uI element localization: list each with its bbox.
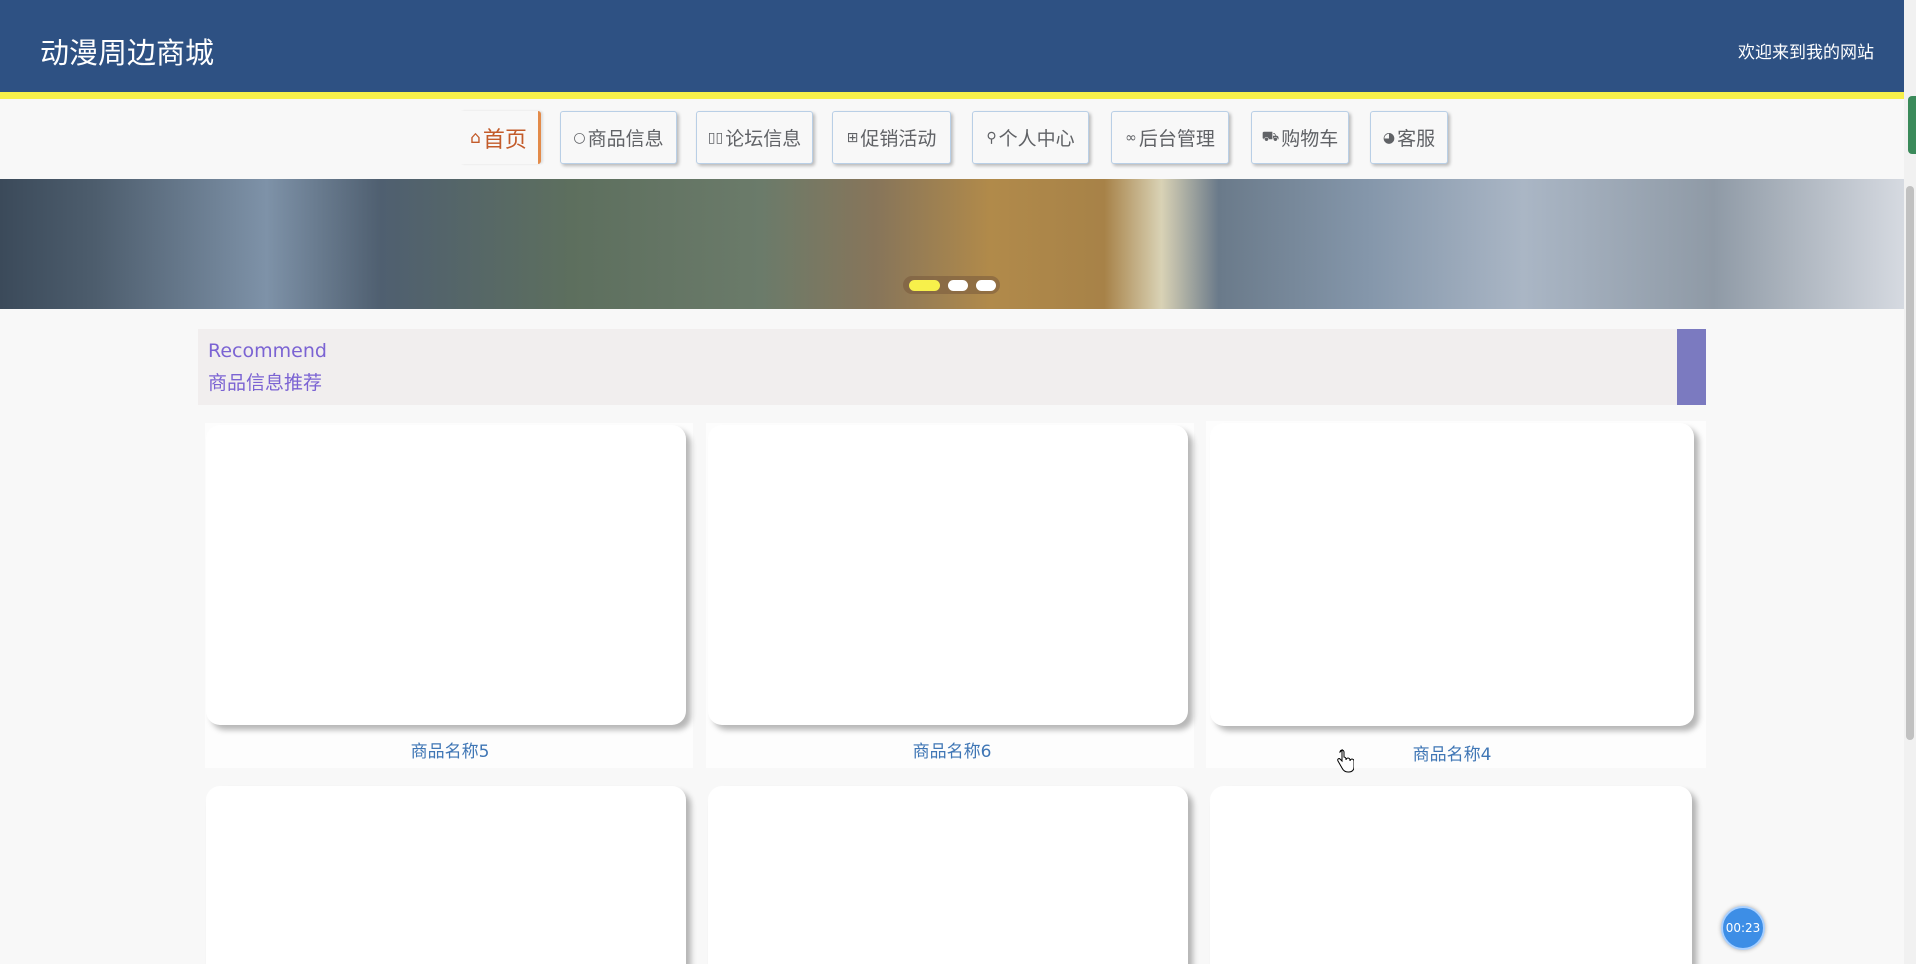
- site-header: 动漫周边商城 欢迎来到我的网站: [0, 0, 1904, 99]
- nav-item-label: 个人中心: [998, 128, 1075, 150]
- carousel-dot-3[interactable]: [976, 279, 996, 291]
- section-title-en: Recommend: [208, 340, 327, 362]
- home-icon: ⌂: [470, 127, 481, 148]
- timer-badge: 00:23: [1721, 906, 1765, 950]
- page-scrollbar[interactable]: [1904, 0, 1916, 964]
- carousel-indicators: [903, 276, 1000, 294]
- product-image-6[interactable]: [1210, 786, 1692, 964]
- nav-item-label: 购物车: [1281, 128, 1339, 150]
- nav-item-promotions[interactable]: ⊞ 促销活动: [832, 111, 951, 164]
- product-name-1[interactable]: 商品名称5: [210, 737, 690, 762]
- section-title-cn: 商品信息推荐: [208, 372, 323, 394]
- nav-item-label: 首页: [482, 127, 527, 153]
- site-title[interactable]: 动漫周边商城: [40, 30, 214, 72]
- link-icon: ∞: [1125, 129, 1137, 146]
- nav-item-products[interactable]: ○ 商品信息: [560, 111, 677, 164]
- nav-item-label: 商品信息: [587, 128, 664, 150]
- nav-item-home[interactable]: ⌂ 首页: [459, 111, 541, 164]
- service-icon: ◕: [1382, 129, 1396, 146]
- nav-item-service[interactable]: ◕ 客服: [1370, 111, 1448, 164]
- product-image-3[interactable]: [1210, 423, 1694, 726]
- product-name-2[interactable]: 商品名称6: [712, 737, 1192, 762]
- nav-item-profile[interactable]: ⚲ 个人中心: [972, 111, 1089, 164]
- nav-item-label: 客服: [1397, 128, 1436, 150]
- carousel-dot-1[interactable]: [909, 279, 940, 291]
- welcome-text: 欢迎来到我的网站: [1738, 43, 1874, 63]
- carousel-dot-2[interactable]: [948, 279, 968, 291]
- scrollbar-thumb[interactable]: [1906, 186, 1914, 740]
- product-name-3[interactable]: 商品名称4: [1212, 740, 1692, 765]
- side-widget-tab[interactable]: [1908, 96, 1916, 154]
- nav-item-admin[interactable]: ∞ 后台管理: [1111, 111, 1229, 164]
- banner-carousel[interactable]: [0, 179, 1904, 309]
- cart-icon: ⛟: [1261, 128, 1280, 145]
- nav-item-label: 后台管理: [1138, 128, 1215, 150]
- nav-item-forum[interactable]: ▯▯ 论坛信息: [696, 111, 813, 164]
- nav-item-label: 论坛信息: [725, 128, 802, 150]
- nav-item-cart[interactable]: ⛟ 购物车: [1251, 111, 1349, 164]
- nav-item-label: 促销活动: [860, 128, 937, 150]
- chat-icon: ▯▯: [707, 129, 724, 146]
- product-image-5[interactable]: [708, 786, 1188, 964]
- circle-icon: ○: [573, 129, 586, 146]
- product-image-4[interactable]: [206, 786, 686, 964]
- hand-cursor-icon: [1337, 749, 1354, 773]
- product-image-2[interactable]: [708, 425, 1188, 725]
- header-accent-stripe: [0, 92, 1904, 99]
- user-icon: ⚲: [986, 129, 997, 146]
- recommend-section-header: Recommend 商品信息推荐: [198, 329, 1706, 405]
- main-nav: ⌂ 首页 ○ 商品信息 ▯▯ 论坛信息 ⊞ 促销活动 ⚲ 个人中心 ∞ 后台管理…: [0, 99, 1904, 179]
- section-accent-bar: [1677, 329, 1706, 405]
- product-image-1[interactable]: [206, 425, 686, 725]
- activity-icon: ⊞: [846, 129, 859, 146]
